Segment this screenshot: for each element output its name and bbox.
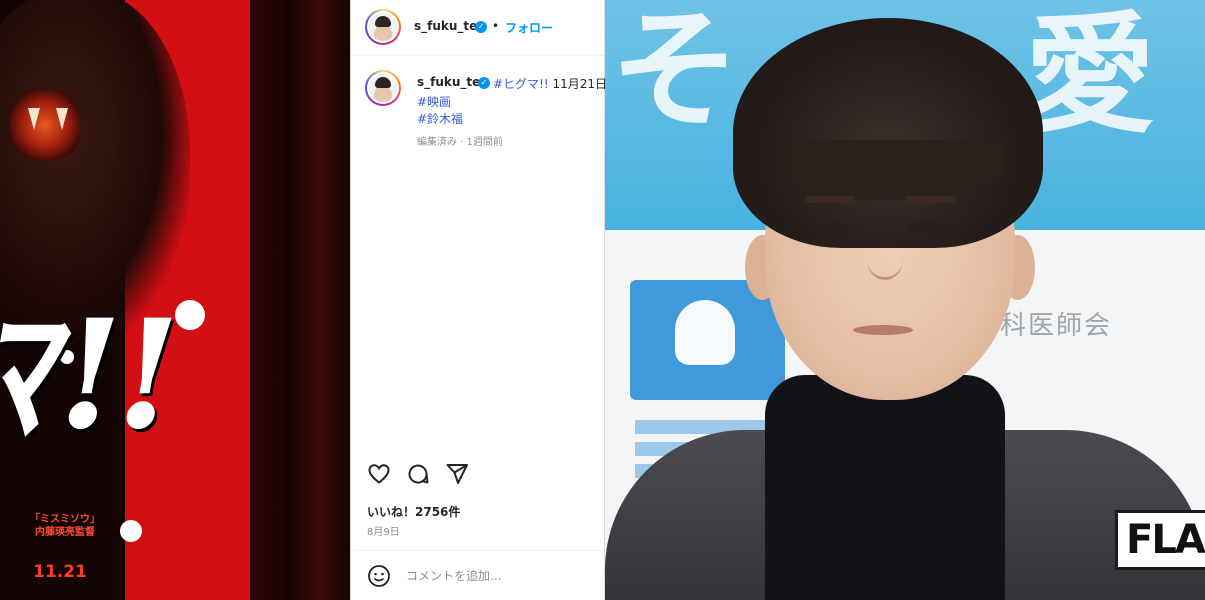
- paint-splatter: [120, 520, 142, 542]
- follow-button[interactable]: フォロー: [505, 19, 553, 36]
- emoji-icon[interactable]: [367, 564, 391, 588]
- eyebrow: [805, 196, 855, 203]
- watermark-logo: FLA: [1115, 510, 1205, 570]
- separator: •: [492, 19, 500, 33]
- movie-poster: ﾏ!! 「ミスミソウ」 内藤瑛亮監督 11.21: [0, 0, 350, 600]
- comment-input[interactable]: [406, 565, 586, 587]
- eye: [813, 222, 847, 232]
- likes-count[interactable]: いいね！2756件: [367, 503, 460, 520]
- share-icon[interactable]: [445, 462, 469, 486]
- hair: [733, 18, 1043, 248]
- poster-title: ﾏ!!: [0, 287, 189, 463]
- comment-bar: [351, 550, 604, 600]
- eye: [908, 222, 942, 232]
- header-username[interactable]: s_fuku_te: [414, 19, 477, 33]
- credit-line-1: 「ミスミソウ」: [30, 514, 100, 525]
- nose: [867, 240, 903, 280]
- credit-line-2: 内藤瑛亮監督: [35, 527, 95, 538]
- hair-fringe: [790, 140, 1005, 200]
- poster-credit: 「ミスミソウ」 内藤瑛亮監督: [30, 513, 100, 539]
- press-photo: そ 愛 科医師会 FLA: [605, 0, 1205, 600]
- comment-icon[interactable]: [406, 462, 430, 486]
- post-meta: 編集済み · 1週間前: [417, 137, 503, 148]
- eyebrow: [905, 196, 955, 203]
- hashtag-movie[interactable]: #映画: [417, 93, 451, 110]
- verified-badge-icon: ✓: [478, 77, 490, 89]
- caption-avatar[interactable]: [365, 70, 401, 106]
- bear-mouth: [10, 90, 80, 160]
- poster-dark-strip: [250, 0, 350, 600]
- hashtag-name[interactable]: #鈴木福: [417, 110, 463, 127]
- turtleneck: [765, 375, 1005, 600]
- heart-icon[interactable]: [367, 462, 391, 486]
- post-date[interactable]: 8月9日: [367, 523, 400, 538]
- bear-fang: [28, 108, 40, 130]
- post-header: s_fuku_te ✓ • フォロー: [351, 0, 604, 56]
- poster-release-date: 11.21: [33, 562, 87, 582]
- caption-first-line: #ヒグマ!! 11月21日: [493, 75, 607, 92]
- bear-fang: [56, 108, 68, 130]
- verified-badge-icon: ✓: [475, 21, 487, 33]
- hashtag-higuma[interactable]: #ヒグマ!!: [493, 77, 549, 91]
- avatar[interactable]: [365, 9, 401, 45]
- instagram-embed: s_fuku_te ✓ • フォロー s_fuku_te ✓ #ヒグマ!! 11…: [350, 0, 607, 600]
- caption-text: 11月21日: [548, 77, 608, 91]
- caption-username[interactable]: s_fuku_te: [417, 75, 480, 89]
- mouth: [853, 325, 913, 335]
